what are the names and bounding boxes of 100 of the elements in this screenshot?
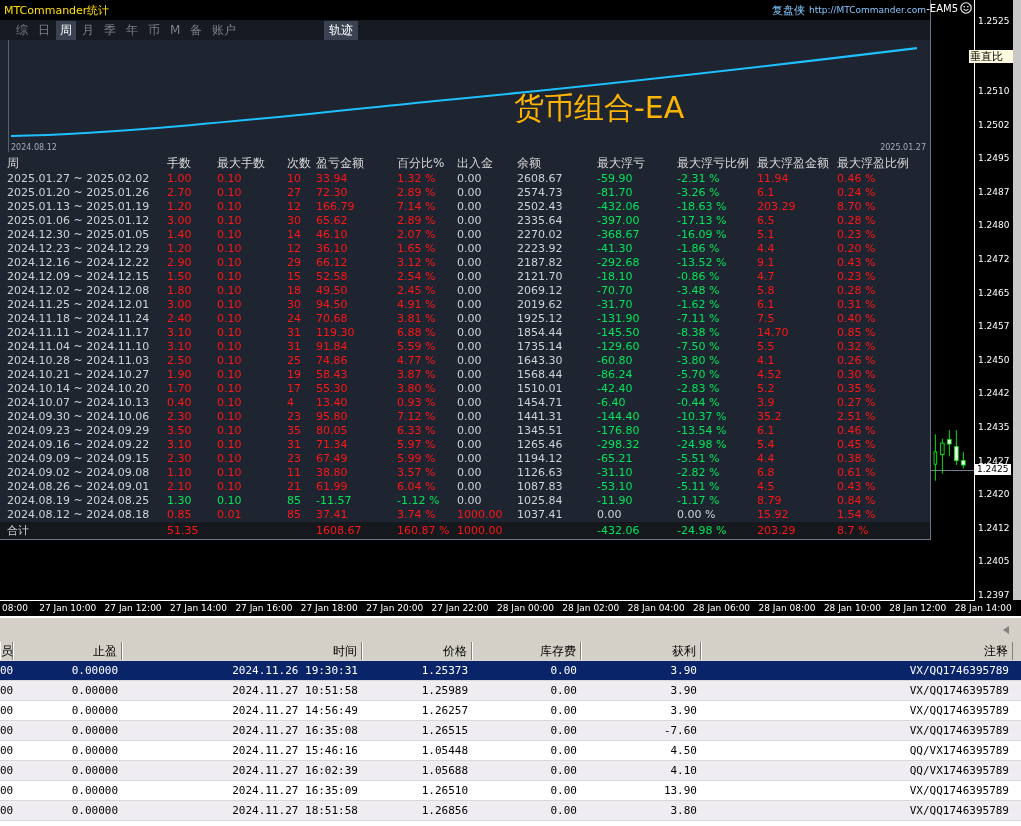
table-cell-text: 24 bbox=[287, 312, 302, 326]
period-tab[interactable]: 日 bbox=[34, 20, 54, 40]
order-row[interactable]: 00 0.00000 2024.11.27 18:51:58 1.26856 0.00 3.80 VX/QQ1746395789 bbox=[0, 801, 1021, 821]
table-cell-text: 0.20 % bbox=[837, 242, 877, 256]
table-cell-text: 2502.43 bbox=[517, 200, 564, 214]
table-cell-text: 0.10 bbox=[217, 256, 243, 270]
column-header: 最大浮亏 bbox=[597, 156, 646, 172]
column-header[interactable]: 获利 bbox=[581, 642, 701, 660]
table-cell-text: 1126.63 bbox=[517, 466, 564, 480]
table-cell-text: -5.70 % bbox=[677, 368, 721, 382]
table-cell-text: -5.51 % bbox=[677, 452, 721, 466]
order-row[interactable]: 00 0.00000 2024.11.27 16:02:39 1.05688 0.00 4.10 QQ/VX1746395789 bbox=[0, 761, 1021, 781]
table-cell-text: 38.80 bbox=[316, 466, 349, 480]
table-cell-text: -6.40 bbox=[597, 396, 627, 410]
table-cell-text: -3.80 % bbox=[677, 354, 721, 368]
table-cell-text: 5.8 bbox=[757, 284, 776, 298]
table-cell-text: 25 bbox=[287, 354, 302, 368]
period-tab[interactable]: 备 bbox=[186, 20, 207, 40]
column-header[interactable]: 注释 bbox=[701, 642, 1013, 660]
scroll-left-icon[interactable] bbox=[1003, 626, 1009, 634]
order-row[interactable]: 00 0.00000 2024.11.27 10:51:58 1.25989 0.00 3.90 VX/QQ1746395789 bbox=[0, 681, 1021, 701]
smiley-icon[interactable] bbox=[960, 2, 972, 14]
table-cell-text: 51.35 bbox=[167, 523, 200, 539]
table-cell-text: 10 bbox=[287, 172, 302, 186]
time-label: 28 Jan 02:00 bbox=[561, 602, 621, 615]
period-tab[interactable]: 账户 bbox=[208, 20, 241, 40]
period-tab[interactable]: 月 bbox=[78, 20, 98, 40]
price-label: 1.2495 bbox=[977, 153, 1011, 164]
brand-label: 复盘侠 bbox=[771, 2, 805, 18]
table-cell-text: -17.13 % bbox=[677, 214, 728, 228]
table-cell-text: 2.89 % bbox=[397, 186, 437, 200]
week-label: 2025.01.06 ~ 2025.01.12 bbox=[7, 214, 151, 228]
table-cell-text: 23 bbox=[287, 452, 302, 466]
table-cell-text: 0.00 bbox=[457, 214, 483, 228]
table-cell-text: 0.00 bbox=[457, 312, 483, 326]
website-link[interactable]: http://MTCommander.com bbox=[808, 5, 926, 15]
period-tab[interactable]: 综 bbox=[12, 20, 32, 40]
table-cell-text: 65.62 bbox=[316, 214, 349, 228]
table-cell-text: 6.1 bbox=[757, 424, 776, 438]
period-tab[interactable]: 季 bbox=[100, 20, 120, 40]
table-cell-text: 5.5 bbox=[757, 340, 776, 354]
table-cell-text: -13.52 % bbox=[677, 256, 728, 270]
period-tab[interactable]: 币 bbox=[144, 20, 164, 40]
table-cell-text: 0.10 bbox=[217, 284, 243, 298]
table-cell-text: 0.10 bbox=[217, 172, 243, 186]
table-cell-text: 4.77 % bbox=[397, 354, 437, 368]
table-cell-text: 6.88 % bbox=[397, 326, 437, 340]
table-cell-text: 1345.51 bbox=[517, 424, 564, 438]
table-cell-text: 94.50 bbox=[316, 298, 349, 312]
table-cell-text: 0.00 bbox=[457, 298, 483, 312]
price-label: 1.2480 bbox=[977, 220, 1011, 231]
table-cell-text: 7.14 % bbox=[397, 200, 437, 214]
table-cell-text: 61.99 bbox=[316, 480, 349, 494]
week-label: 2024.11.18 ~ 2024.11.24 bbox=[7, 312, 151, 326]
price-label: 1.2427 bbox=[977, 455, 1011, 466]
table-cell-text: 166.79 bbox=[316, 200, 356, 214]
scrollbar[interactable] bbox=[1013, 0, 1021, 600]
table-cell-text: 0.28 % bbox=[837, 284, 877, 298]
table-cell-text: 160.87 % bbox=[397, 523, 451, 539]
table-cell-text: -24.98 % bbox=[677, 438, 728, 452]
table-cell-text: 3.9 bbox=[757, 396, 776, 410]
table-cell-text: 14 bbox=[287, 228, 302, 242]
table-cell-text: 1037.41 bbox=[517, 508, 564, 522]
table-cell-text: -144.40 bbox=[597, 410, 641, 424]
table-cell-text: -0.86 % bbox=[677, 270, 721, 284]
period-tab[interactable]: M bbox=[166, 22, 185, 38]
table-cell-text: -3.48 % bbox=[677, 284, 721, 298]
order-row[interactable]: 00 0.00000 2024.11.27 16:35:08 1.26515 0.00 -7.60 VX/QQ1746395789 bbox=[0, 721, 1021, 741]
track-toggle[interactable]: 轨迹 bbox=[324, 20, 359, 40]
column-header[interactable]: 止盈 bbox=[13, 642, 122, 660]
table-cell-text: 3.00 bbox=[167, 298, 193, 312]
column-header[interactable]: 时间 bbox=[122, 642, 362, 660]
table-cell-text: 49.50 bbox=[316, 284, 349, 298]
column-header: 最大浮亏比例 bbox=[677, 156, 750, 172]
column-header[interactable]: 员 bbox=[0, 642, 13, 660]
table-cell-text: 46.10 bbox=[316, 228, 349, 242]
table-cell-text: 4.4 bbox=[757, 452, 776, 466]
table-cell-text: 3.10 bbox=[167, 438, 193, 452]
table-cell-text: 2.90 bbox=[167, 256, 193, 270]
table-cell-text: 1000.00 bbox=[457, 523, 504, 539]
column-header[interactable]: 库存费 bbox=[472, 642, 581, 660]
order-row[interactable]: 00 0.00000 2024.11.26 19:30:31 1.25373 0.00 3.90 VX/QQ1746395789 bbox=[0, 661, 1021, 681]
period-tab[interactable]: 周 bbox=[56, 20, 76, 40]
table-cell-text: 0.00 bbox=[457, 186, 483, 200]
table-cell-text: 2187.82 bbox=[517, 256, 564, 270]
week-label: 2025.01.27 ~ 2025.02.02 bbox=[7, 172, 151, 186]
table-cell-text: 2019.62 bbox=[517, 298, 564, 312]
week-label: 2024.08.12 ~ 2024.08.18 bbox=[7, 508, 151, 522]
column-header[interactable]: 价格 bbox=[362, 642, 472, 660]
table-cell-text: 8.79 bbox=[757, 494, 783, 508]
table-cell-text: 3.57 % bbox=[397, 466, 437, 480]
period-tab[interactable]: 年 bbox=[122, 20, 142, 40]
column-header: 最大浮盈金额 bbox=[757, 156, 830, 172]
table-cell-text: 8.70 % bbox=[837, 200, 877, 214]
table-cell-text: 5.4 bbox=[757, 438, 776, 452]
table-cell-text: -292.68 bbox=[597, 256, 641, 270]
table-cell-text: 2223.92 bbox=[517, 242, 564, 256]
table-cell-text: 13.40 bbox=[316, 396, 349, 410]
table-cell-text: 7.5 bbox=[757, 312, 776, 326]
table-cell-text: 0.00 bbox=[457, 382, 483, 396]
